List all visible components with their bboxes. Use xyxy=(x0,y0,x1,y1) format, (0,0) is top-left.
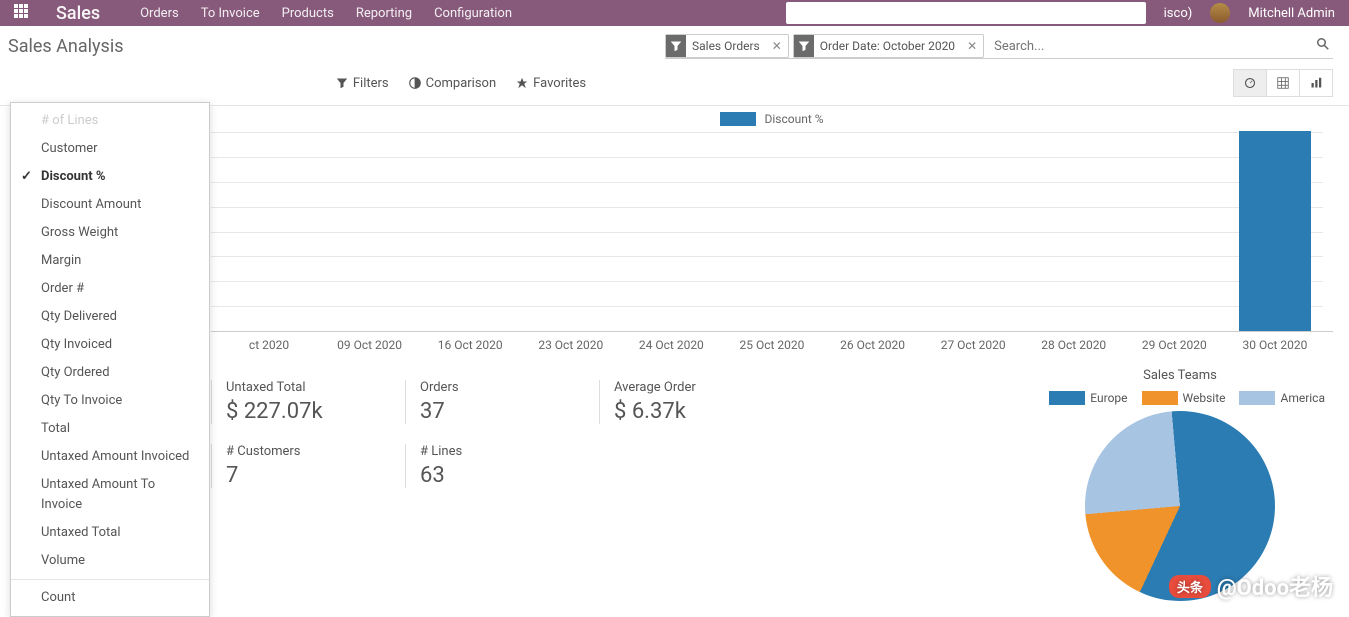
bar[interactable] xyxy=(1239,131,1311,331)
systray-box[interactable] xyxy=(786,2,1146,24)
x-tick-label: 27 Oct 2020 xyxy=(923,338,1023,352)
legend-swatch xyxy=(720,112,756,126)
measure-item[interactable]: Qty Ordered xyxy=(11,359,209,387)
page-title: Sales Analysis xyxy=(8,36,123,57)
filter-icon xyxy=(666,35,686,57)
measures-menu: # of LinesCustomerDiscount %Discount Amo… xyxy=(10,102,210,617)
nav-to-invoice[interactable]: To Invoice xyxy=(201,6,260,21)
teams-title: Sales Teams xyxy=(1035,368,1325,383)
facet-order-date[interactable]: Order Date: October 2020 ✕ xyxy=(793,34,984,58)
measure-item[interactable]: Untaxed Amount Invoiced xyxy=(11,443,209,471)
kpi-lines: # Lines 63 xyxy=(405,444,599,488)
chart-grid[interactable] xyxy=(211,132,1333,332)
measure-item[interactable]: # of Lines xyxy=(11,107,209,135)
measure-item[interactable]: Customer xyxy=(11,135,209,163)
legend-label: Discount % xyxy=(764,112,823,126)
x-tick-label: 25 Oct 2020 xyxy=(722,338,822,352)
search-bar[interactable]: Sales Orders ✕ Order Date: October 2020 … xyxy=(665,34,1333,59)
sales-teams-panel: Sales Teams Europe Website America xyxy=(1035,368,1325,601)
search-icon[interactable] xyxy=(1313,38,1333,54)
measure-item[interactable]: Total xyxy=(11,415,209,443)
filters-button[interactable]: Filters xyxy=(336,76,389,91)
search-input[interactable] xyxy=(988,35,1313,58)
measure-item[interactable]: Qty Delivered xyxy=(11,303,209,331)
measure-item[interactable]: Discount Amount xyxy=(11,191,209,219)
measure-item[interactable]: Untaxed Amount To Invoice xyxy=(11,471,209,519)
x-tick-label: 29 Oct 2020 xyxy=(1124,338,1224,352)
x-tick-label: 26 Oct 2020 xyxy=(823,338,923,352)
x-tick-label: 16 Oct 2020 xyxy=(420,338,520,352)
nav-products[interactable]: Products xyxy=(282,6,334,21)
legend-europe[interactable]: Europe xyxy=(1049,391,1127,405)
graph-view-button[interactable] xyxy=(1299,69,1333,97)
measure-item[interactable]: Order # xyxy=(11,275,209,303)
pivot-view-button[interactable] xyxy=(1266,69,1300,97)
top-nav: Sales Orders To Invoice Products Reporti… xyxy=(0,0,1349,26)
x-tick-label: ct 2020 xyxy=(219,338,319,352)
measure-item[interactable]: Qty To Invoice xyxy=(11,387,209,415)
x-tick-label: 09 Oct 2020 xyxy=(320,338,420,352)
nav-configuration[interactable]: Configuration xyxy=(434,6,512,21)
nav-reporting[interactable]: Reporting xyxy=(356,6,412,21)
facet-label: Order Date: October 2020 xyxy=(814,39,961,53)
legend-website[interactable]: Website xyxy=(1142,391,1226,405)
dashboard-view-button[interactable] xyxy=(1233,69,1267,97)
chart-legend: Discount % xyxy=(211,106,1333,132)
close-icon[interactable]: ✕ xyxy=(961,39,983,53)
user-name[interactable]: Mitchell Admin xyxy=(1248,6,1335,21)
measure-item[interactable]: Margin xyxy=(11,247,209,275)
favorites-button[interactable]: Favorites xyxy=(516,76,586,91)
measure-item[interactable]: Qty Invoiced xyxy=(11,331,209,359)
apps-icon[interactable] xyxy=(14,4,32,22)
kpi-avg-order: Average Order $ 6.37k xyxy=(599,380,793,424)
measure-item[interactable]: Discount % xyxy=(11,163,209,191)
filter-buttons: Filters Comparison Favorites xyxy=(336,76,586,91)
legend-america[interactable]: America xyxy=(1239,391,1325,405)
view-switcher xyxy=(1234,69,1333,97)
kpi-orders: Orders 37 xyxy=(405,380,599,424)
avatar[interactable] xyxy=(1210,3,1230,23)
comparison-button[interactable]: Comparison xyxy=(409,76,497,91)
facet-label: Sales Orders xyxy=(686,39,766,53)
filter-icon xyxy=(794,35,814,57)
watermark: 头条 @Odoo老杨 xyxy=(1169,570,1333,602)
chart-area: Discount % ct 202009 Oct 202016 Oct 2020… xyxy=(211,106,1333,352)
facet-sales-orders[interactable]: Sales Orders ✕ xyxy=(665,34,789,58)
measure-item[interactable]: Gross Weight xyxy=(11,219,209,247)
kpi-customers: # Customers 7 xyxy=(211,444,405,488)
x-tick-label: 23 Oct 2020 xyxy=(521,338,621,352)
x-tick-label: 28 Oct 2020 xyxy=(1024,338,1124,352)
kpi-untaxed-total: Untaxed Total $ 227.07k xyxy=(211,380,405,424)
measure-item[interactable]: Untaxed Total xyxy=(11,519,209,547)
x-tick-label: 30 Oct 2020 xyxy=(1225,338,1325,352)
app-brand[interactable]: Sales xyxy=(56,3,100,24)
x-tick-label: 24 Oct 2020 xyxy=(621,338,721,352)
x-axis-labels: ct 202009 Oct 202016 Oct 202023 Oct 2020… xyxy=(211,332,1333,352)
nav-menu: Orders To Invoice Products Reporting Con… xyxy=(140,6,512,21)
teams-legend: Europe Website America xyxy=(1035,391,1325,405)
control-panel: Sales Analysis Sales Orders ✕ Order Date… xyxy=(0,26,1349,106)
company-label[interactable]: isco) xyxy=(1164,6,1193,21)
close-icon[interactable]: ✕ xyxy=(766,39,788,53)
nav-orders[interactable]: Orders xyxy=(140,6,179,21)
measure-count[interactable]: Count xyxy=(11,584,209,612)
measure-item[interactable]: Volume xyxy=(11,547,209,575)
